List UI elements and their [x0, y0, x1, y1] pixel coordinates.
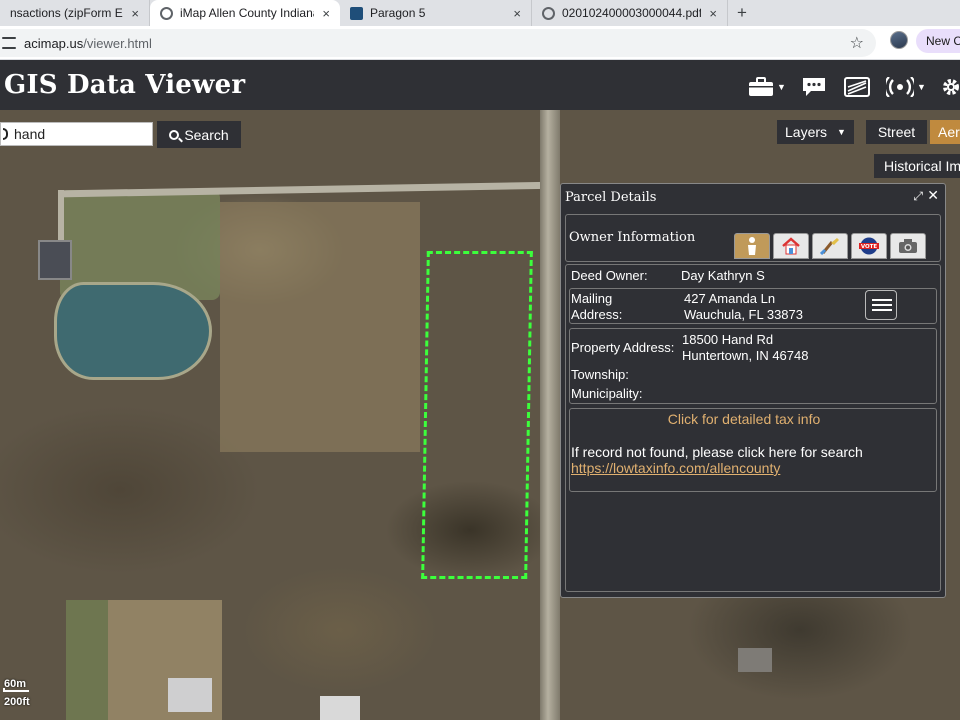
search-icon: [3, 128, 8, 140]
deed-owner-value: Day Kathryn S: [681, 268, 765, 283]
close-icon[interactable]: ✕: [927, 187, 939, 204]
url-path: /viewer.html: [83, 35, 152, 51]
layers-button[interactable]: Layers ▼: [777, 120, 854, 144]
comment-button[interactable]: [802, 76, 826, 98]
bookmark-star-icon[interactable]: ☆: [850, 33, 864, 53]
address-list-button[interactable]: [865, 290, 897, 320]
browser-tab-zipform[interactable]: nsactions (zipForm Editio ×: [0, 0, 150, 26]
profile-avatar[interactable]: [890, 31, 908, 49]
deed-owner-label: Deed Owner:: [571, 268, 648, 283]
close-tab-icon[interactable]: ×: [505, 6, 521, 21]
comment-icon: [803, 78, 825, 96]
township-label: Township:: [571, 367, 629, 382]
close-tab-icon[interactable]: ×: [701, 6, 717, 21]
road: [59, 181, 561, 198]
paragon-icon: [350, 6, 363, 20]
vote-tab[interactable]: VOTE: [851, 233, 887, 259]
scale-label: 60m 200ft: [4, 678, 30, 708]
close-tab-icon[interactable]: ×: [123, 6, 139, 21]
browser-tab-pdf[interactable]: 020102400003000044.pdf ×: [532, 0, 728, 26]
globe-icon: [160, 6, 173, 20]
app-header: GIS Data Viewer ▼ ▼: [0, 60, 960, 110]
building: [38, 240, 72, 280]
property-address-label: Property Address:: [571, 340, 675, 355]
signal-icon: [886, 77, 914, 97]
new-tab-button[interactable]: +: [728, 0, 756, 26]
detailed-tax-info-link[interactable]: Click for detailed tax info: [561, 411, 927, 427]
vote-icon: VOTE: [859, 237, 879, 255]
briefcase-icon: [749, 77, 773, 96]
svg-text:VOTE: VOTE: [861, 244, 878, 250]
browser-tab-strip: nsactions (zipForm Editio × iMap Allen C…: [0, 0, 960, 26]
app-title: GIS Data Viewer: [4, 70, 246, 100]
gps-menu-button[interactable]: ▼: [886, 76, 926, 98]
mailing-label: Mailing Address:: [571, 291, 623, 322]
selected-parcel-outline[interactable]: [421, 251, 533, 579]
building: [738, 648, 772, 672]
panel-title: Parcel Details: [565, 190, 657, 205]
search-button[interactable]: Search: [157, 121, 241, 148]
url-host: acimap.us: [24, 35, 84, 51]
basemap-icon: [844, 77, 870, 97]
camera-tab[interactable]: [890, 233, 926, 259]
lowtaxinfo-link[interactable]: https://lowtaxinfo.com/allencounty: [571, 460, 780, 476]
search-input[interactable]: hand: [0, 122, 153, 146]
building: [320, 696, 360, 720]
brush-icon: [820, 238, 839, 255]
owner-tab[interactable]: [734, 233, 770, 259]
historical-imagery-button[interactable]: Historical Imagery: [874, 154, 960, 178]
tools-menu-button[interactable]: ▼: [748, 76, 786, 98]
basemap-button[interactable]: [844, 76, 870, 98]
brush-tab[interactable]: [812, 233, 848, 259]
house-icon: [782, 237, 800, 255]
property-address-value: 18500 Hand Rd Huntertown, IN 46748: [682, 332, 809, 363]
settings-icon: [943, 79, 959, 95]
new-chrome-button[interactable]: New Cl: [916, 29, 960, 53]
browser-tab-paragon[interactable]: Paragon 5 ×: [340, 0, 532, 26]
street-basemap-button[interactable]: Street: [866, 120, 927, 144]
road: [540, 110, 560, 720]
parcel-details-panel: Parcel Details ⤢ ✕ Owner Information VOT…: [560, 183, 946, 598]
municipality-label: Municipality:: [571, 386, 643, 401]
url-field[interactable]: acimap.us/viewer.html ☆: [0, 29, 876, 57]
settings-button[interactable]: [940, 76, 960, 98]
aerial-basemap-button[interactable]: Aerial: [930, 120, 960, 144]
close-tab-icon[interactable]: ×: [314, 6, 330, 21]
address-bar: acimap.us/viewer.html ☆: [0, 26, 960, 60]
expand-icon[interactable]: ⤢: [913, 189, 923, 204]
owner-icon: [748, 237, 756, 255]
building: [168, 678, 212, 712]
owner-information-header: Owner Information VOTE: [565, 214, 941, 262]
record-not-found-text: If record not found, please click here f…: [571, 444, 863, 460]
browser-tab-imap[interactable]: iMap Allen County Indiana ×: [150, 0, 340, 26]
scale-bar: [3, 688, 29, 692]
chevron-down-icon: ▼: [837, 127, 846, 137]
camera-icon: [899, 239, 917, 253]
site-info-icon[interactable]: [2, 37, 16, 49]
globe-icon: [542, 6, 555, 20]
pond: [54, 282, 212, 380]
house-tab[interactable]: [773, 233, 809, 259]
mailing-address-value: 427 Amanda Ln Wauchula, FL 33873: [684, 291, 803, 322]
search-icon: [169, 129, 180, 140]
